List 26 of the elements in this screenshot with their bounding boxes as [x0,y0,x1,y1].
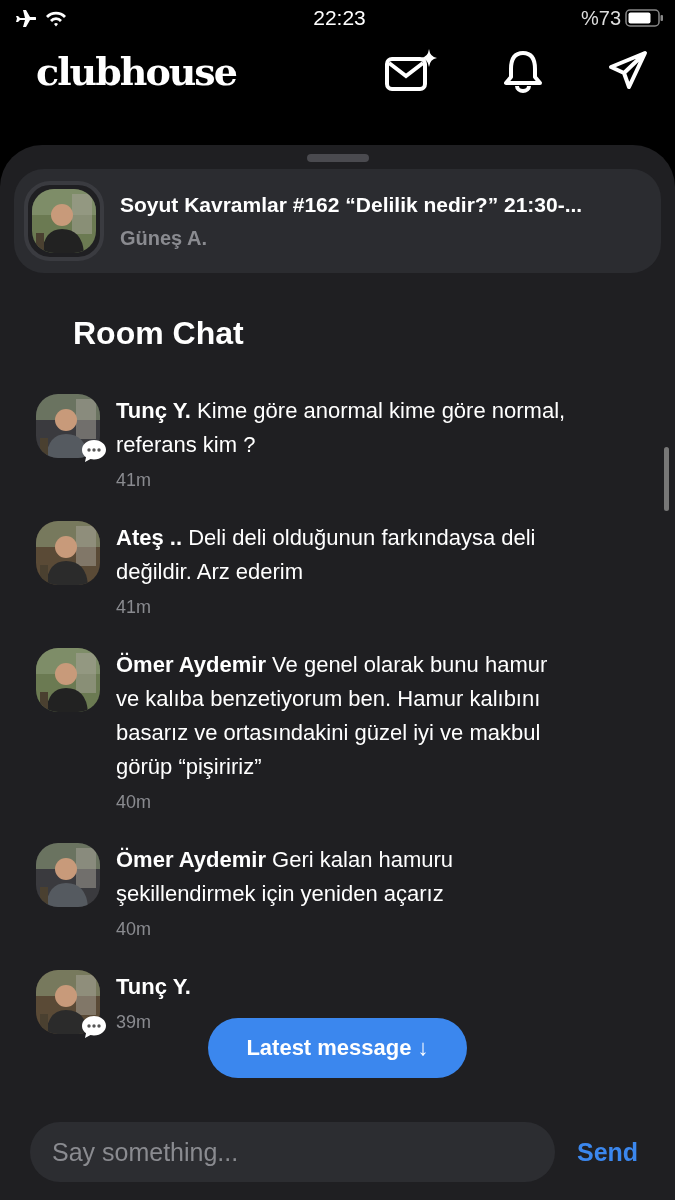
scrollbar[interactable] [664,447,669,511]
bell-icon[interactable] [501,49,545,93]
room-card[interactable]: Soyut Kavramlar #162 “Delilik nedir?” 21:30-... Güneş A. [14,169,661,273]
message-text: Ömer Aydemir Geri kalan hamuru şekillendirmek için yeniden açarız [116,846,455,908]
timestamp: 41m [116,597,152,618]
latest-message-button[interactable]: Latest message ↓ [208,1018,467,1078]
airplane-icon [14,9,36,27]
timestamp: 40m [116,919,152,940]
wifi-icon [44,9,68,27]
drag-handle[interactable] [306,154,369,162]
message-text: Tunç Y. Kime göre anormal kime göre normal, referans kim ? [116,397,567,459]
host-name: Güneş A. [120,226,209,250]
message-text: Ömer Aydemir Ve genel olarak bunu hamur ve kalıba benzetiyorum ben. Hamur kalıbını basarız ve ortasındakini güzel iyi ve makbul görüp “pişiririz” [116,651,549,781]
message-input[interactable]: Say something... [30,1122,555,1182]
send-button[interactable]: Send [577,1137,639,1167]
battery-icon [625,8,665,28]
message-text: Ateş .. Deli deli olduğunun farkındaysa deli değildir. Arz ederim [116,524,537,586]
app-logo: clubhouse [36,48,236,94]
room-title: Soyut Kavramlar #162 “Delilik nedir?” 21:30-... [120,192,583,217]
clock-time: 22:23 [313,6,366,30]
battery-percentage: %73 [580,6,621,30]
section-title: Room Chat [73,315,245,352]
timestamp: 41m [116,470,152,491]
timestamp: 39m [116,1012,152,1033]
message-text: Tunç Y. [116,973,192,1001]
timestamp: 40m [116,792,152,813]
